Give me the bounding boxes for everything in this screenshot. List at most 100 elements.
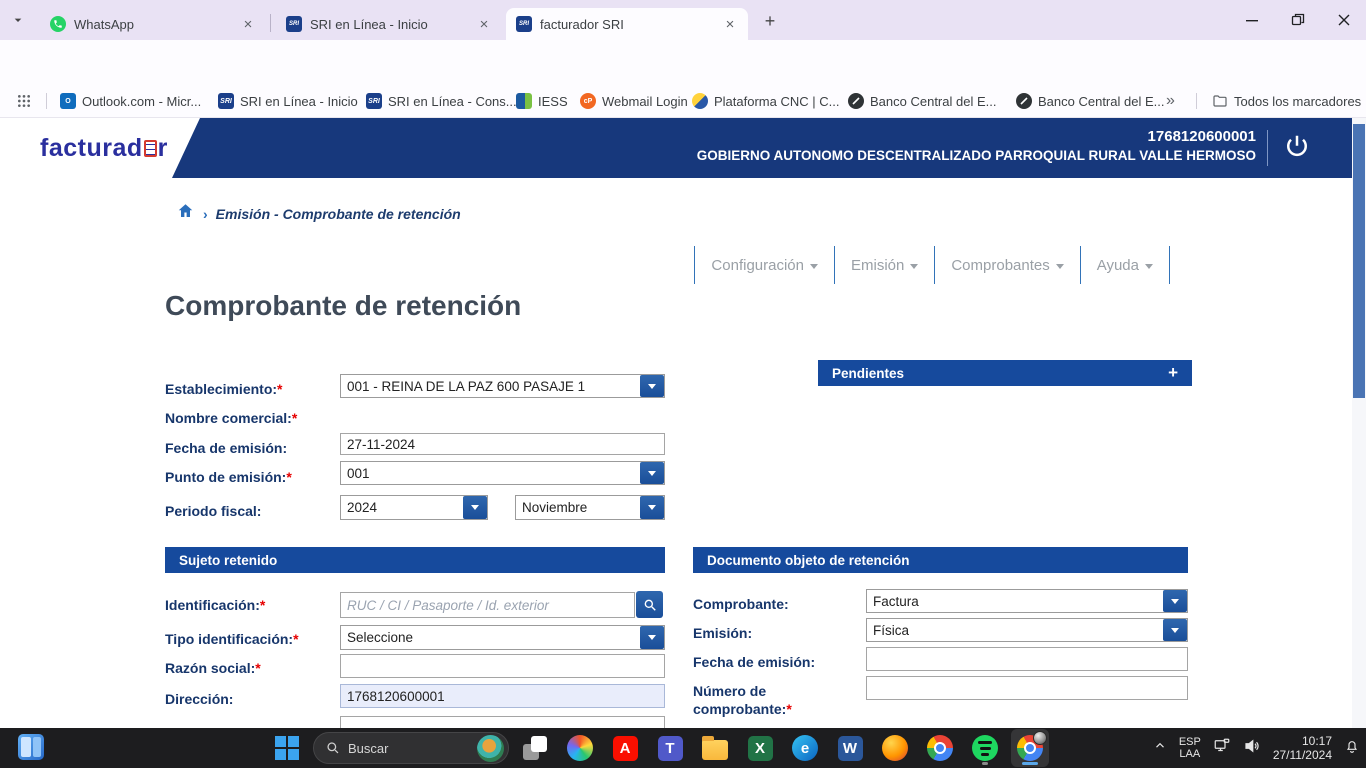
periodo-anio-select[interactable]: 2024 [340,495,488,520]
logout-power-icon[interactable] [1282,132,1312,162]
menu-ayuda[interactable]: Ayuda [1081,246,1170,284]
taskbar-system-tray: ESPLAA 10:1727/11/2024 [1153,728,1360,768]
browser-tab-strip: WhatsApp × SRI SRI en Línea - Inicio × S… [0,0,1366,40]
banco-central-icon [1016,93,1032,109]
copilot-icon[interactable] [561,729,599,767]
desktop: WhatsApp × SRI SRI en Línea - Inicio × S… [0,0,1366,768]
identificacion-search-button[interactable] [636,591,663,618]
edge-icon[interactable]: e [786,729,824,767]
direccion-label: Dirección: [165,691,233,707]
file-explorer-icon[interactable] [696,729,734,767]
bookmark-banco-central-1[interactable]: Banco Central del E... [848,90,996,112]
search-highlight-image[interactable] [477,735,504,762]
dropdown-button[interactable] [463,496,487,519]
network-icon[interactable] [1213,737,1231,760]
expand-plus-icon[interactable]: + [1168,363,1178,383]
bookmarks-overflow-chevron[interactable]: » [1166,90,1175,112]
dropdown-button[interactable] [640,626,664,649]
tab-close-icon[interactable]: × [722,16,738,33]
language-indicator[interactable]: ESPLAA [1179,736,1201,760]
chevron-down-icon [910,264,918,269]
menu-label: Emisión [851,257,904,274]
establecimiento-value: 001 - REINA DE LA PAZ 600 PASAJE 1 [341,379,640,394]
home-breadcrumb-icon[interactable] [176,202,195,225]
profile-badge [1033,731,1047,745]
windows-logo-icon [275,736,299,760]
chevron-down-icon [471,505,479,510]
bookmarks-divider [1196,93,1197,109]
menu-configuracion[interactable]: Configuración [694,246,835,284]
tab-facturador-sri-active[interactable]: SRI facturador SRI × [506,8,748,40]
breadcrumb: › Emisión - Comprobante de retención [176,202,461,225]
dropdown-button[interactable] [640,496,664,519]
apps-grid-icon[interactable] [16,90,32,112]
task-view-icon[interactable] [516,729,554,767]
establecimiento-select[interactable]: 001 - REINA DE LA PAZ 600 PASAJE 1 [340,374,665,398]
page-scrollbar-thumb[interactable] [1353,124,1365,398]
dropdown-button[interactable] [1163,619,1187,641]
bookmark-outlook[interactable]: O Outlook.com - Micr... [60,90,201,112]
tray-chevron-up-icon[interactable] [1153,739,1167,758]
bookmark-webmail[interactable]: cP Webmail Login [580,90,688,112]
menu-comprobantes[interactable]: Comprobantes [935,246,1080,284]
excel-icon[interactable]: X [741,729,779,767]
facturador-logo[interactable]: facturadr [40,134,168,163]
identificacion-input[interactable] [340,592,635,618]
tab-sri-en-linea[interactable]: SRI SRI en Línea - Inicio × [276,8,502,40]
dropdown-button[interactable] [1163,590,1187,612]
teams-icon[interactable]: T [651,729,689,767]
bookmark-sri-consultas[interactable]: SRI SRI en Línea - Cons... [366,90,517,112]
section-title: Sujeto retenido [179,553,277,568]
tab-whatsapp[interactable]: WhatsApp × [40,8,266,40]
bookmark-cnc[interactable]: Plataforma CNC | C... [692,90,839,112]
chevron-down-icon [648,505,656,510]
tab-search-chevron-icon[interactable] [10,12,30,28]
chrome-active-icon[interactable] [1011,729,1049,767]
widgets-icon[interactable] [18,734,46,762]
bookmark-iess[interactable]: IESS [516,90,568,112]
dropdown-button[interactable] [640,462,664,484]
razon-social-input[interactable] [340,654,665,678]
notifications-bell-icon[interactable] [1344,738,1360,759]
tab-close-icon[interactable]: × [476,16,492,33]
fecha-emision-label: Fecha de emisión: [165,440,287,456]
periodo-mes-select[interactable]: Noviembre [515,495,665,520]
direccion-input[interactable] [340,684,665,708]
comprobante-select[interactable]: Factura [866,589,1188,613]
bookmark-label: Outlook.com - Micr... [82,94,201,109]
clock[interactable]: 10:1727/11/2024 [1273,734,1332,762]
spotify-icon[interactable] [966,729,1004,767]
new-tab-button[interactable]: + [758,10,782,34]
volume-icon[interactable] [1243,737,1261,760]
chevron-down-icon [1145,264,1153,269]
taskbar-search[interactable]: Buscar [313,732,509,764]
identificacion-label: Identificación:* [165,597,265,613]
acrobat-icon[interactable]: A [606,729,644,767]
punto-emision-select[interactable]: 001 [340,461,665,485]
fecha-emision-input[interactable] [340,433,665,455]
word-icon[interactable]: W [831,729,869,767]
chrome-icon[interactable] [921,729,959,767]
pendientes-panel-header[interactable]: Pendientes + [818,360,1192,386]
numero-comprobante-input[interactable] [866,676,1188,700]
all-bookmarks-button[interactable]: Todos los marcadores [1212,90,1361,112]
tipo-identificacion-select[interactable]: Seleccione [340,625,665,650]
doc-fecha-emision-input[interactable] [866,647,1188,671]
nombre-comercial-label: Nombre comercial:* [165,410,297,426]
window-minimize-button[interactable] [1232,6,1272,34]
bookmarks-divider [46,93,47,109]
firefox-icon[interactable] [876,729,914,767]
running-indicator [982,762,988,765]
bookmark-banco-central-2[interactable]: Banco Central del E... [1016,90,1164,112]
header-taxpayer-info: 1768120600001 GOBIERNO AUTONOMO DESCENTR… [697,128,1256,163]
bookmark-sri-inicio[interactable]: SRI SRI en Línea - Inicio [218,90,358,112]
window-restore-button[interactable] [1278,6,1318,34]
window-close-button[interactable] [1324,6,1364,34]
menu-emision[interactable]: Emisión [835,246,935,284]
dropdown-button[interactable] [640,375,664,397]
start-button[interactable] [268,729,306,767]
tab-close-icon[interactable]: × [240,16,256,33]
emision-select[interactable]: Física [866,618,1188,642]
emision-value: Física [867,623,1163,638]
taskbar-center: Buscar A T X e W [268,728,1049,768]
